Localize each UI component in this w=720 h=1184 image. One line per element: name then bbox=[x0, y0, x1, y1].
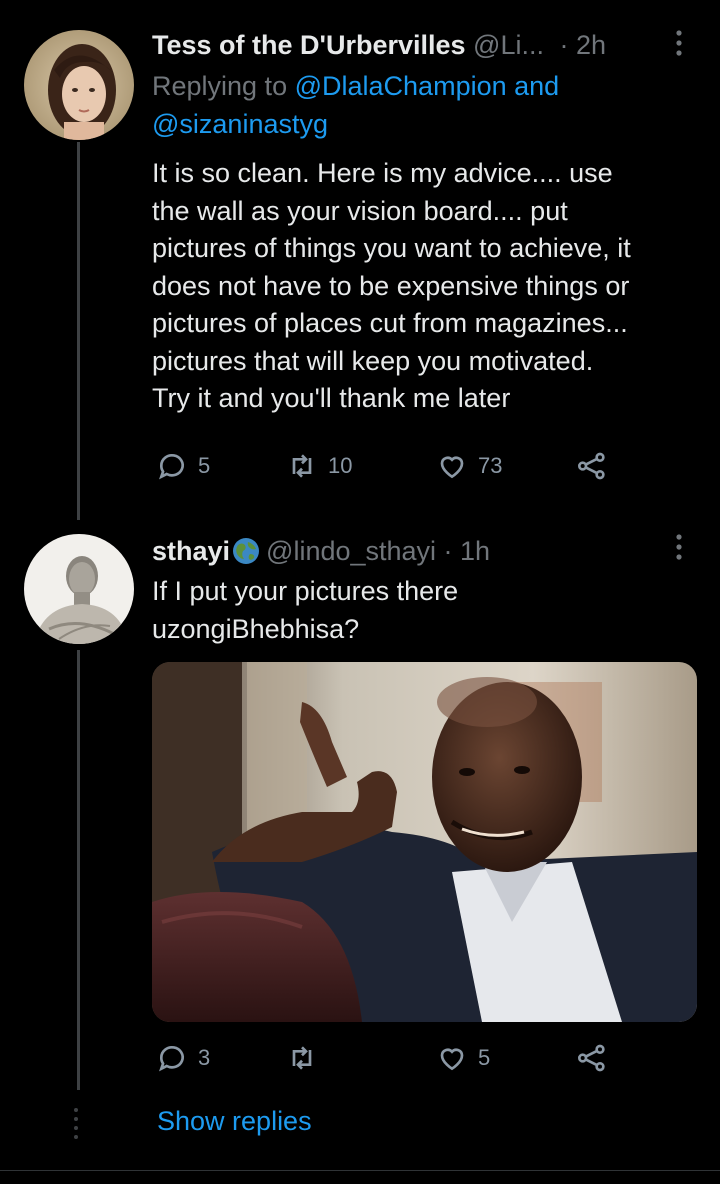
like-button[interactable]: 73 bbox=[436, 450, 502, 482]
thread-dots bbox=[74, 1108, 78, 1139]
retweet-count: 10 bbox=[328, 453, 353, 478]
replying-label: Replying to bbox=[152, 71, 288, 101]
author-handle[interactable]: @Li... bbox=[473, 30, 544, 60]
like-icon bbox=[440, 456, 464, 479]
tweet-line: If I put your pictures there bbox=[152, 576, 459, 606]
author-handle[interactable]: @lindo_sthayi · 1h bbox=[266, 536, 490, 566]
retweet-icon bbox=[292, 454, 312, 478]
more-icon[interactable] bbox=[672, 28, 686, 65]
retweet-icon bbox=[292, 1046, 312, 1070]
tweet-time[interactable]: · 2h bbox=[560, 30, 607, 60]
share-icon bbox=[578, 452, 605, 480]
author-name[interactable]: sthayi bbox=[152, 536, 230, 566]
reply-icon bbox=[159, 454, 184, 480]
tweet-actions: 5 10 73 bbox=[152, 450, 622, 490]
tweet-line: It is so clean. Here is my advice.... us… bbox=[152, 158, 613, 188]
tweet-line: uzongiBhebhisa? bbox=[152, 613, 360, 644]
like-icon bbox=[440, 1048, 464, 1071]
more-icon[interactable] bbox=[672, 532, 686, 569]
mention-link[interactable]: @DlalaChampion bbox=[295, 71, 507, 101]
reply-count: 5 bbox=[198, 453, 211, 478]
thread-line bbox=[77, 650, 80, 1090]
mention-link[interactable]: @sizaninastyg bbox=[152, 109, 328, 139]
avatar[interactable] bbox=[24, 30, 134, 140]
like-count: 73 bbox=[478, 453, 503, 478]
share-button[interactable] bbox=[576, 450, 608, 482]
reply-button[interactable]: 5 bbox=[156, 450, 210, 482]
avatar[interactable] bbox=[24, 534, 134, 644]
reply-count: 3 bbox=[198, 1045, 211, 1070]
tweet-line: Try it and you'll thank me later bbox=[152, 383, 511, 413]
replying-and[interactable]: and bbox=[514, 71, 559, 101]
reply-icon bbox=[159, 1046, 184, 1072]
globe-emoji-icon bbox=[232, 537, 260, 572]
tweet-actions: 3 5 bbox=[152, 1042, 622, 1082]
like-count: 5 bbox=[478, 1045, 491, 1070]
thread-line bbox=[77, 142, 80, 520]
tweet-header: Tess of the D'Urbervilles @Li... · 2h bbox=[152, 30, 606, 61]
share-button[interactable] bbox=[576, 1042, 608, 1074]
tweet-header: sthayi @lindo_sthayi · 1h bbox=[152, 536, 490, 572]
author-name[interactable]: Tess of the D'Urbervilles bbox=[152, 30, 466, 60]
show-replies-link[interactable]: Show replies bbox=[157, 1106, 312, 1137]
tweet-line: pictures of things you want to achieve, … bbox=[152, 233, 631, 263]
tweet-image[interactable] bbox=[152, 662, 697, 1022]
replying-to: Replying to @DlalaChampion and @sizanina… bbox=[152, 68, 697, 143]
tweet-text: It is so clean. Here is my advice.... us… bbox=[152, 155, 697, 418]
reply-button[interactable]: 3 bbox=[156, 1042, 210, 1074]
retweet-button[interactable] bbox=[286, 1042, 328, 1074]
divider bbox=[0, 1170, 720, 1171]
tweet-line: pictures of places cut from magazines... bbox=[152, 308, 628, 338]
tweet-line: the wall as your vision board.... put bbox=[152, 195, 568, 226]
tweet-text: If I put your pictures there uzongiBhebh… bbox=[152, 573, 697, 648]
like-button[interactable]: 5 bbox=[436, 1042, 490, 1074]
share-icon bbox=[578, 1044, 605, 1072]
tweet-line: pictures that will keep you motivated. bbox=[152, 345, 594, 376]
tweet-line: does not have to be expensive things or bbox=[152, 270, 630, 301]
retweet-button[interactable]: 10 bbox=[286, 450, 352, 482]
